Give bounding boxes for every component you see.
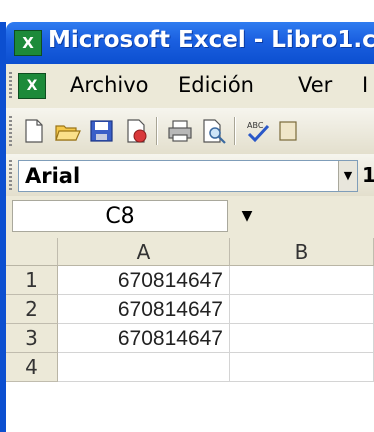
top-margin (0, 0, 374, 22)
menu-edicion[interactable]: Edición (178, 73, 254, 97)
select-all-corner[interactable] (6, 238, 58, 266)
spelling-icon[interactable]: ABC (244, 118, 272, 144)
name-box[interactable]: C8 (12, 200, 228, 232)
menu-insertar[interactable]: I (362, 73, 368, 97)
workbook-icon[interactable]: X (18, 73, 46, 99)
font-name: Arial (25, 164, 81, 188)
font-size-select[interactable]: 1 (362, 163, 374, 187)
cell-b3[interactable] (230, 324, 374, 353)
menu-archivo[interactable]: Archivo (70, 73, 149, 97)
name-box-value: C8 (105, 204, 135, 229)
open-icon[interactable] (54, 118, 82, 144)
menu-ver[interactable]: Ver (298, 73, 332, 97)
cell-a1[interactable]: 670814647 (58, 266, 230, 295)
cell-a3[interactable]: 670814647 (58, 324, 230, 353)
print-preview-icon[interactable] (200, 118, 228, 144)
row-header-2[interactable]: 2 (6, 295, 58, 324)
toolbar-separator (234, 117, 236, 145)
cell-a2[interactable]: 670814647 (58, 295, 230, 324)
worksheet-grid: A B 1 670814647 2 670814647 3 670814647 … (6, 238, 374, 432)
menubar-grip[interactable] (9, 72, 12, 100)
excel-window: X Microsoft Excel - Libro1.c X Archivo E… (0, 0, 374, 432)
new-icon[interactable] (20, 118, 48, 144)
cell-b2[interactable] (230, 295, 374, 324)
row-header-1[interactable]: 1 (6, 266, 58, 295)
toolbar-separator (156, 117, 158, 145)
font-select[interactable]: Arial ▼ (18, 160, 358, 192)
permission-icon[interactable] (122, 118, 150, 144)
row-header-3[interactable]: 3 (6, 324, 58, 353)
formatting-toolbar: Arial ▼ 1 (6, 154, 374, 197)
chevron-down-icon[interactable]: ▼ (230, 202, 264, 230)
column-header-b[interactable]: B (230, 238, 374, 266)
cell-a4[interactable] (58, 353, 230, 382)
research-icon[interactable] (278, 118, 302, 144)
column-header-a[interactable]: A (58, 238, 230, 266)
cell-b1[interactable] (230, 266, 374, 295)
row-header-4[interactable]: 4 (6, 353, 58, 382)
menu-bar: X Archivo Edición Ver I (6, 64, 374, 109)
formatting-grip[interactable] (9, 160, 12, 190)
chevron-down-icon[interactable]: ▼ (338, 161, 357, 191)
excel-icon[interactable]: X (14, 30, 42, 56)
toolbar-grip[interactable] (9, 116, 12, 146)
print-icon[interactable] (166, 118, 194, 144)
standard-toolbar: ABC (6, 108, 374, 155)
cell-b4[interactable] (230, 353, 374, 382)
formula-bar: C8 ▼ (6, 196, 374, 239)
svg-text:ABC: ABC (247, 121, 264, 130)
title-bar[interactable]: X Microsoft Excel - Libro1.c (6, 22, 374, 64)
window-title: Microsoft Excel - Libro1.c (48, 27, 374, 53)
save-icon[interactable] (88, 118, 116, 144)
